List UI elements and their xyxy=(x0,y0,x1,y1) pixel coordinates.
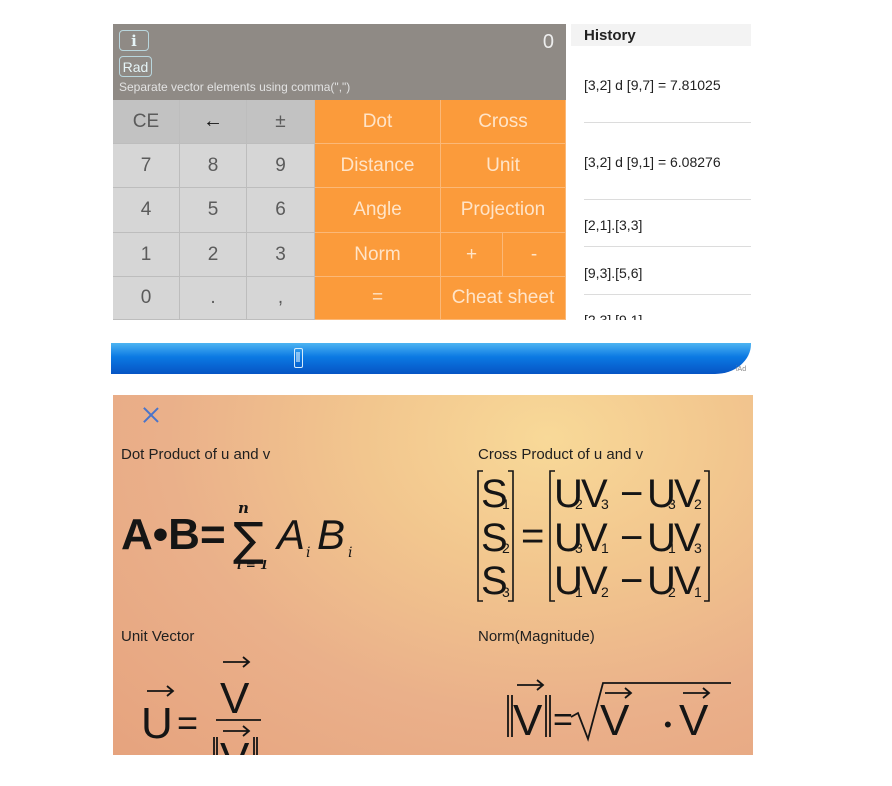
digit-3-button[interactable]: 3 xyxy=(247,233,315,277)
svg-text:V: V xyxy=(513,696,543,745)
keypad: CE ← ± Dot Cross 7 8 9 Distance Unit 4 5… xyxy=(113,100,566,320)
digit-2-button[interactable]: 2 xyxy=(180,233,247,277)
svg-text:A•B=: A•B= xyxy=(121,510,226,559)
minus-button[interactable]: - xyxy=(503,233,566,277)
svg-text:=: = xyxy=(553,701,573,739)
unit-vector-title: Unit Vector xyxy=(121,628,195,645)
svg-text:−: − xyxy=(620,516,643,560)
digit-0-button[interactable]: 0 xyxy=(113,277,180,320)
svg-text:=: = xyxy=(177,702,198,743)
dot-product-title: Dot Product of u and v xyxy=(121,446,271,463)
ad-background xyxy=(111,343,751,374)
svg-text:1: 1 xyxy=(502,496,510,512)
svg-text:i: i xyxy=(306,545,310,561)
angle-button[interactable]: Angle xyxy=(315,188,441,233)
dot-product-formula: A•B= n ∑ i = 1 A i B i xyxy=(121,499,352,572)
svg-text:2: 2 xyxy=(502,540,510,556)
svg-text:B: B xyxy=(317,511,345,558)
cheat-sheet-button[interactable]: Cheat sheet xyxy=(441,277,566,320)
display-value: 0 xyxy=(542,31,554,53)
dot-button[interactable]: Dot xyxy=(315,100,441,144)
svg-text:i: i xyxy=(348,545,352,561)
phone-icon xyxy=(294,348,303,368)
svg-text:3: 3 xyxy=(694,540,702,556)
info-button[interactable]: i xyxy=(119,30,149,51)
digit-5-button[interactable]: 5 xyxy=(180,188,247,233)
ce-button[interactable]: CE xyxy=(113,100,180,144)
digit-8-button[interactable]: 8 xyxy=(180,144,247,188)
cross-product-formula: S S S = UV − UV UV − UV UV − UV 1 2 3 23… xyxy=(477,470,710,603)
svg-text:2: 2 xyxy=(694,496,702,512)
divider xyxy=(584,294,751,295)
calculator: i Rad 0 Separate vector elements using c… xyxy=(113,24,566,320)
norm-button[interactable]: Norm xyxy=(315,233,441,277)
comma-button[interactable]: , xyxy=(247,277,315,320)
projection-button[interactable]: Projection xyxy=(441,188,566,233)
svg-text:V: V xyxy=(600,696,630,745)
svg-text:1: 1 xyxy=(601,540,609,556)
plus-button[interactable]: + xyxy=(441,233,503,277)
norm-title: Norm(Magnitude) xyxy=(478,628,595,645)
history-item[interactable]: [3,2] d [9,1] = 6.08276 xyxy=(584,154,721,170)
svg-text:V: V xyxy=(679,696,709,745)
backspace-button[interactable]: ← xyxy=(180,100,247,144)
divider xyxy=(584,246,751,247)
calculator-display: i Rad 0 Separate vector elements using c… xyxy=(113,24,566,100)
angle-mode-button[interactable]: Rad xyxy=(119,56,152,77)
plus-minus-button[interactable]: ± xyxy=(247,100,315,144)
ad-label: iAd xyxy=(736,366,747,373)
history-item[interactable]: [2,3].[9,1] xyxy=(584,312,642,320)
history-title: History xyxy=(571,24,751,46)
svg-text:3: 3 xyxy=(601,496,609,512)
digit-4-button[interactable]: 4 xyxy=(113,188,180,233)
digit-7-button[interactable]: 7 xyxy=(113,144,180,188)
digit-6-button[interactable]: 6 xyxy=(247,188,315,233)
divider xyxy=(584,199,751,200)
history-panel: History [3,2] d [9,7] = 7.81025 [3,2] d … xyxy=(571,24,751,320)
history-item[interactable]: [3,2] d [9,7] = 7.81025 xyxy=(584,77,721,93)
svg-text:U: U xyxy=(141,699,173,748)
equals-button[interactable]: = xyxy=(315,277,441,320)
cheat-sheet-panel: Dot Product of u and v A•B= n ∑ i = 1 A … xyxy=(113,395,753,755)
svg-text:V: V xyxy=(220,734,250,755)
distance-button[interactable]: Distance xyxy=(315,144,441,188)
cross-product-title: Cross Product of u and v xyxy=(478,446,644,463)
svg-text:3: 3 xyxy=(575,540,583,556)
svg-text:2: 2 xyxy=(601,584,609,600)
ad-banner[interactable] xyxy=(111,343,751,374)
unit-button[interactable]: Unit xyxy=(441,144,566,188)
svg-text:2: 2 xyxy=(575,496,583,512)
unit-vector-formula: U = V V xyxy=(141,656,261,755)
svg-text:1: 1 xyxy=(668,540,676,556)
history-item[interactable]: [9,3].[5,6] xyxy=(584,265,642,281)
close-icon[interactable] xyxy=(141,405,161,425)
decimal-button[interactable]: . xyxy=(180,277,247,320)
svg-text:V: V xyxy=(220,674,250,723)
svg-text:•: • xyxy=(664,712,672,737)
svg-text:−: − xyxy=(620,472,643,516)
divider xyxy=(584,122,751,123)
digit-1-button[interactable]: 1 xyxy=(113,233,180,277)
digit-9-button[interactable]: 9 xyxy=(247,144,315,188)
svg-text:=: = xyxy=(521,514,544,558)
svg-text:1: 1 xyxy=(575,584,583,600)
input-hint: Separate vector elements using comma(","… xyxy=(119,80,351,94)
svg-text:−: − xyxy=(620,559,643,603)
history-item[interactable]: [2,1].[3,3] xyxy=(584,217,642,233)
svg-text:2: 2 xyxy=(668,584,676,600)
svg-text:3: 3 xyxy=(668,496,676,512)
norm-formula: V = V • V xyxy=(507,679,731,745)
svg-text:1: 1 xyxy=(694,584,702,600)
svg-text:i = 1: i = 1 xyxy=(237,558,268,572)
svg-text:A: A xyxy=(274,511,305,558)
svg-text:3: 3 xyxy=(502,584,510,600)
cross-button[interactable]: Cross xyxy=(441,100,566,144)
